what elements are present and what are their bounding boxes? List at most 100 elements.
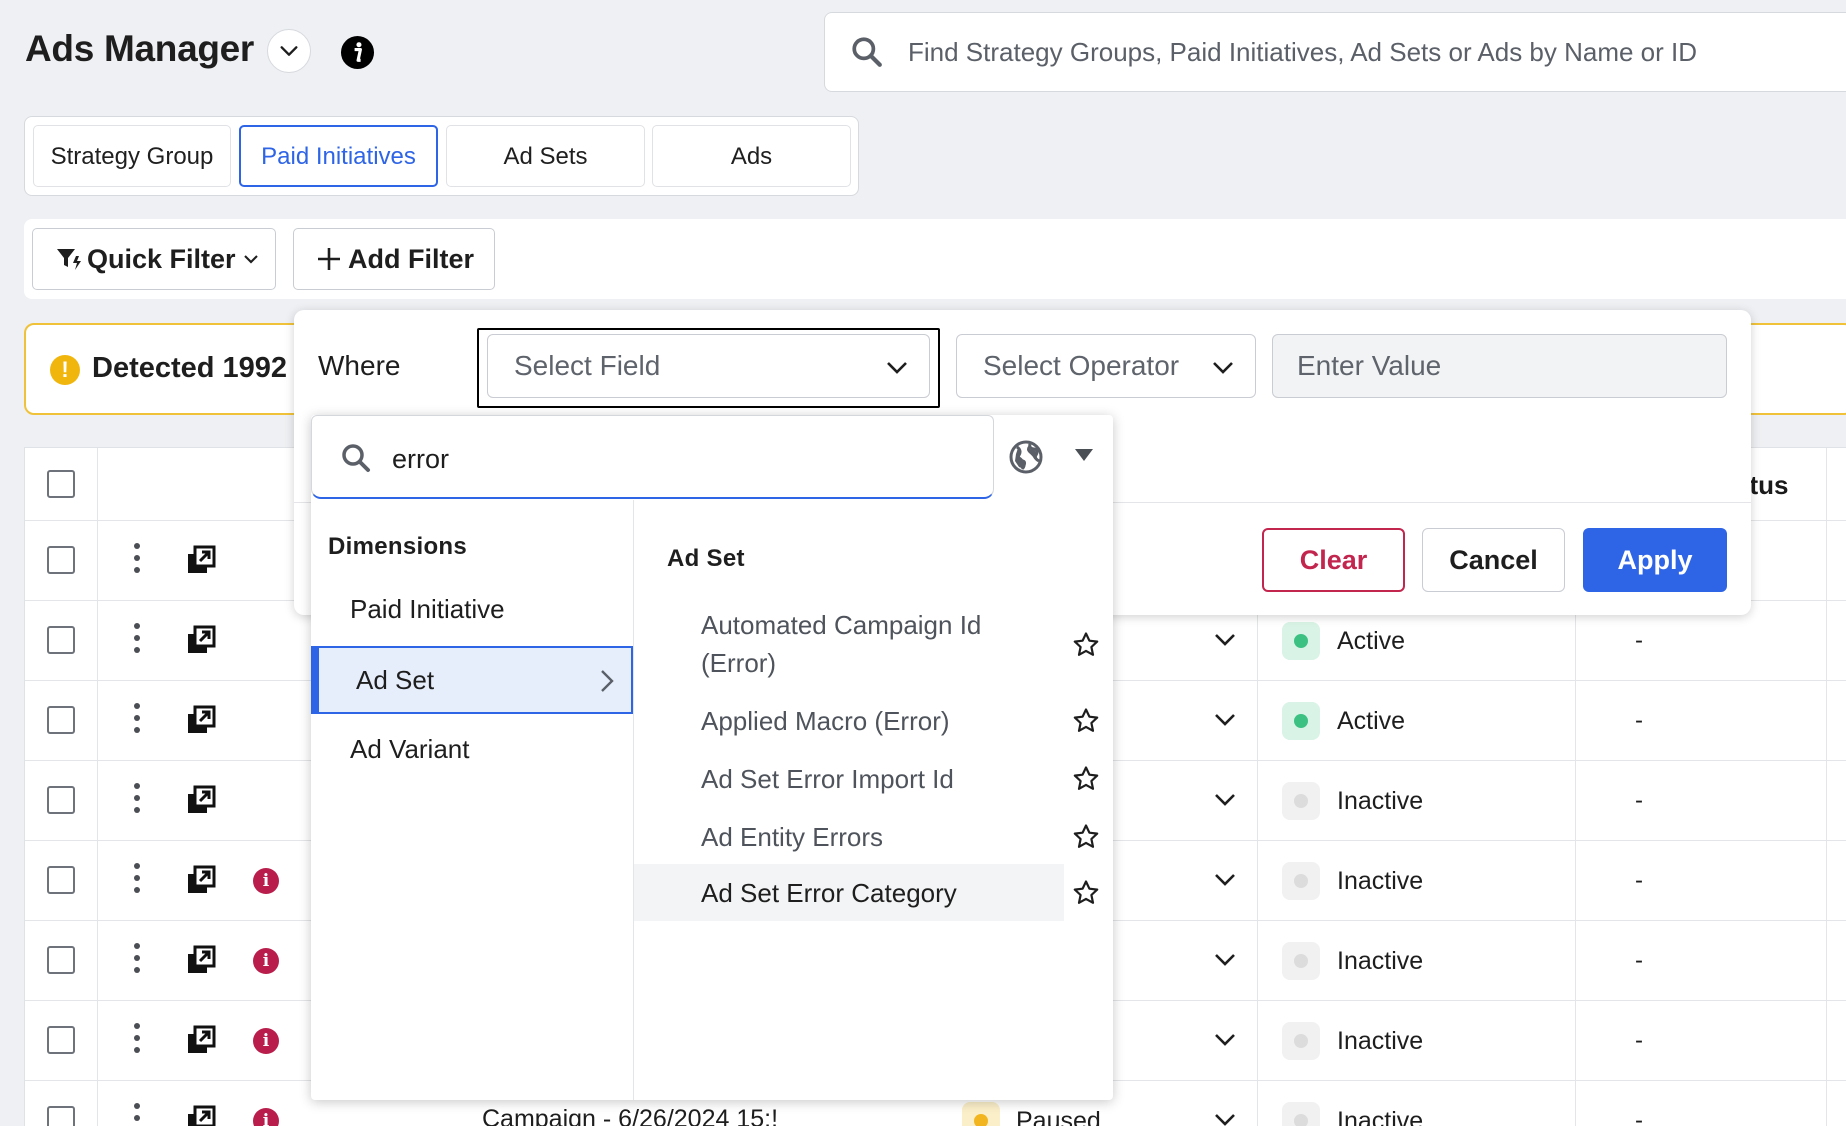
- where-label: Where: [318, 350, 401, 381]
- dimension-item-ad-variant[interactable]: Ad Variant: [311, 715, 633, 783]
- add-filter-button[interactable]: Add Filter: [293, 228, 495, 290]
- row-checkbox[interactable]: [47, 626, 75, 654]
- clear-button[interactable]: Clear: [1262, 528, 1405, 592]
- globe-icon[interactable]: [1008, 439, 1044, 475]
- chevron-down-icon[interactable]: [1213, 1027, 1237, 1051]
- quick-filter-button[interactable]: Quick Filter: [32, 228, 276, 290]
- open-entity-icon[interactable]: [186, 705, 216, 735]
- field-search-input[interactable]: error: [311, 415, 994, 499]
- chevron-down-icon[interactable]: [1213, 867, 1237, 891]
- error-icon[interactable]: i: [253, 948, 279, 974]
- caret-down-icon[interactable]: [1075, 449, 1093, 461]
- more-actions-icon[interactable]: [134, 543, 140, 579]
- delivery-status-indicator: [1282, 1102, 1320, 1126]
- select-operator-dropdown[interactable]: Select Operator: [956, 334, 1256, 398]
- more-actions-icon[interactable]: [134, 863, 140, 899]
- empty-value: -: [1635, 947, 1643, 974]
- delivery-status-indicator: [1282, 862, 1320, 900]
- open-entity-icon[interactable]: [186, 625, 216, 655]
- global-search-input[interactable]: Find Strategy Groups, Paid Initiatives, …: [824, 12, 1846, 92]
- empty-value: -: [1635, 1027, 1643, 1054]
- row-checkbox[interactable]: [47, 1106, 75, 1126]
- field-option-automated-campaign-id-error[interactable]: Automated Campaign Id (Error): [634, 603, 1113, 687]
- delivery-status-text: Inactive: [1337, 867, 1424, 895]
- delivery-status-indicator: [1282, 782, 1320, 820]
- field-option-ad-entity-errors[interactable]: Ad Entity Errors: [634, 811, 1113, 863]
- title-dropdown-button[interactable]: [267, 29, 311, 73]
- delivery-status-indicator: [1282, 702, 1320, 740]
- open-entity-icon[interactable]: [186, 945, 216, 975]
- filter-bar: Quick Filter Add Filter: [24, 219, 1846, 299]
- dimensions-header: Dimensions: [328, 533, 468, 560]
- tab-ad-sets[interactable]: Ad Sets: [446, 125, 645, 187]
- row-checkbox[interactable]: [47, 866, 75, 894]
- open-entity-icon[interactable]: [186, 1025, 216, 1055]
- star-icon[interactable]: [1072, 879, 1100, 907]
- star-icon[interactable]: [1072, 707, 1100, 735]
- search-placeholder: Find Strategy Groups, Paid Initiatives, …: [908, 36, 1698, 67]
- field-option-ad-set-error-import-id[interactable]: Ad Set Error Import Id: [634, 753, 1113, 805]
- cancel-button[interactable]: Cancel: [1422, 528, 1565, 592]
- search-icon: [852, 37, 882, 67]
- tab-paid-initiatives[interactable]: Paid Initiatives: [239, 125, 438, 187]
- row-checkbox[interactable]: [47, 946, 75, 974]
- plus-icon: [318, 248, 340, 270]
- row-checkbox[interactable]: [47, 706, 75, 734]
- empty-value: -: [1635, 707, 1643, 734]
- error-icon[interactable]: i: [253, 868, 279, 894]
- more-actions-icon[interactable]: [134, 703, 140, 739]
- open-entity-icon[interactable]: [186, 785, 216, 815]
- more-actions-icon[interactable]: [134, 783, 140, 819]
- entity-tabs: Strategy Group Paid Initiatives Ad Sets …: [24, 116, 859, 196]
- dimension-item-paid-initiative[interactable]: Paid Initiative: [311, 575, 633, 643]
- info-icon[interactable]: [340, 35, 375, 70]
- more-actions-icon[interactable]: [134, 1103, 140, 1126]
- star-icon[interactable]: [1072, 765, 1100, 793]
- select-all-checkbox[interactable]: [47, 470, 75, 498]
- row-checkbox[interactable]: [47, 546, 75, 574]
- field-option-applied-macro-error[interactable]: Applied Macro (Error): [634, 695, 1113, 747]
- value-input[interactable]: Enter Value: [1272, 334, 1727, 398]
- status-text: Paused: [1016, 1107, 1101, 1126]
- empty-value: -: [1635, 867, 1643, 894]
- row-checkbox[interactable]: [47, 786, 75, 814]
- more-actions-icon[interactable]: [134, 943, 140, 979]
- field-dropdown-panel: error Dimensions Paid Initiative Ad Set …: [311, 415, 1113, 1100]
- error-icon[interactable]: i: [253, 1108, 279, 1126]
- open-entity-icon[interactable]: [186, 865, 216, 895]
- page-title: Ads Manager: [25, 28, 255, 69]
- chevron-down-icon: [1213, 362, 1233, 374]
- select-field-dropdown[interactable]: Select Field: [487, 334, 930, 398]
- chevron-down-icon[interactable]: [1213, 947, 1237, 971]
- star-icon[interactable]: [1072, 823, 1100, 851]
- dimension-item-ad-set[interactable]: Ad Set: [311, 646, 633, 714]
- star-icon[interactable]: [1072, 631, 1100, 659]
- quick-filter-icon: [57, 249, 81, 270]
- detected-text: Detected 1992: [92, 352, 288, 384]
- more-actions-icon[interactable]: [134, 1023, 140, 1059]
- open-entity-icon[interactable]: [186, 545, 216, 575]
- delivery-status-text: Inactive: [1337, 947, 1424, 975]
- delivery-status-text: Inactive: [1337, 1027, 1424, 1055]
- chevron-down-icon[interactable]: [1213, 627, 1237, 651]
- empty-value: -: [1635, 1107, 1643, 1126]
- more-actions-icon[interactable]: [134, 623, 140, 659]
- row-checkbox[interactable]: [47, 1026, 75, 1054]
- chevron-down-icon[interactable]: [1213, 1107, 1237, 1126]
- empty-value: -: [1635, 627, 1643, 654]
- field-option-ad-set-error-category[interactable]: Ad Set Error Category: [634, 864, 1064, 921]
- warning-icon: !: [50, 355, 80, 385]
- apply-button[interactable]: Apply: [1583, 528, 1727, 592]
- chevron-down-icon: [280, 46, 298, 56]
- chevron-down-icon[interactable]: [1213, 787, 1237, 811]
- delivery-status-text: Active: [1337, 627, 1406, 655]
- delivery-status-text: Inactive: [1337, 787, 1424, 815]
- tab-strategy-group[interactable]: Strategy Group: [33, 125, 231, 187]
- tab-ads[interactable]: Ads: [652, 125, 851, 187]
- chevron-down-icon[interactable]: [1213, 707, 1237, 731]
- delivery-status-text: Active: [1337, 707, 1406, 735]
- open-entity-icon[interactable]: [186, 1105, 216, 1126]
- chevron-down-icon: [887, 362, 907, 374]
- campaign-name[interactable]: Campaign - 6/26/2024 15:!: [482, 1105, 778, 1126]
- error-icon[interactable]: i: [253, 1028, 279, 1054]
